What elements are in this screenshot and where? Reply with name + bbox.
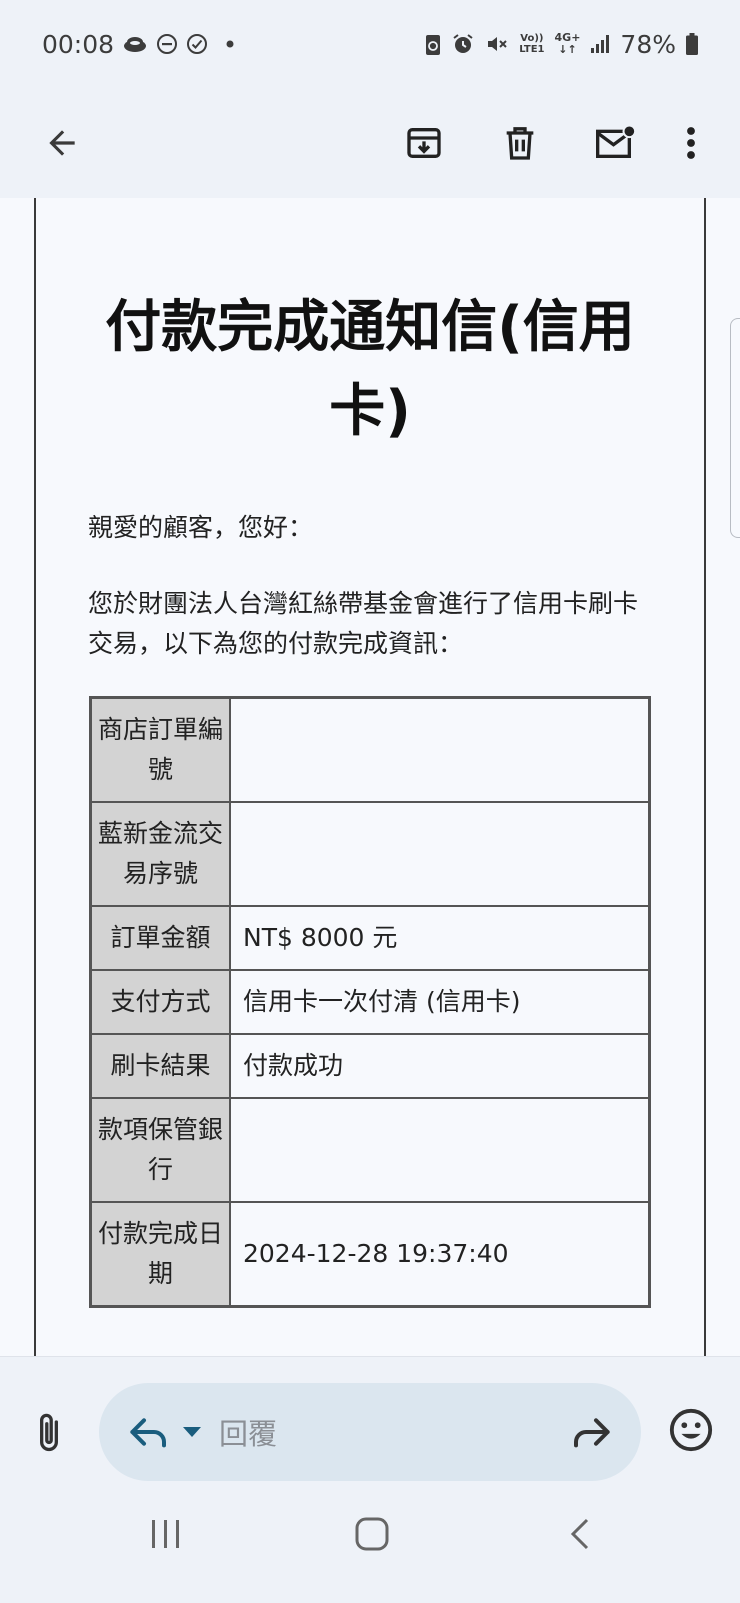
archive-icon [407,128,441,158]
sync-lock-icon [425,32,441,56]
row-label: 訂單金額 [92,907,229,969]
attach-button[interactable] [28,1407,70,1459]
table-row: 付款完成日期 2024-12-28 19:37:40 [92,1203,648,1305]
system-back-button[interactable] [550,1504,610,1564]
email-body[interactable]: 付款完成通知信(信用卡) 親愛的顧客，您好： 您於財團法人台灣紅絲帶基金會進行了… [0,198,740,1356]
email-intro: 您於財團法人台灣紅絲帶基金會進行了信用卡刷卡交易，以下為您的付款完成資訊： [88,589,639,658]
row-value: 付款成功 [231,1035,648,1097]
top-app-bar [0,88,740,198]
status-time: 00:08 [42,29,115,59]
row-label: 款項保管銀行 [92,1099,229,1201]
signal-icon [590,34,610,54]
table-row: 藍新金流交易序號 [92,803,648,905]
row-label: 商店訂單編號 [92,699,229,801]
recents-button[interactable] [136,1504,196,1564]
row-value: 2024-12-28 19:37:40 [231,1203,648,1305]
top-actions [396,115,706,171]
archive-button[interactable] [396,115,452,171]
recents-icon [152,1520,179,1548]
emoji-button[interactable] [668,1407,714,1453]
cloud-icon [122,34,148,54]
reply-button[interactable] [129,1415,169,1449]
scroll-handle[interactable] [730,318,740,538]
row-value: 信用卡一次付清 (信用卡) [231,971,648,1033]
volte-icon: Vo)) LTE1 [519,33,545,55]
mail-unread-icon [596,124,637,158]
reply-mode-dropdown[interactable] [183,1427,201,1437]
table-row: 支付方式 信用卡一次付清 (信用卡) [92,971,648,1033]
more-vert-icon [687,127,695,159]
row-value [231,699,648,801]
system-nav-bar [0,1492,740,1603]
table-row: 刷卡結果 付款成功 [92,1035,648,1097]
paperclip-icon [40,1413,58,1452]
caret-down-icon [183,1427,201,1437]
reply-icon [130,1418,166,1448]
email-title: 付款完成通知信(信用卡) [105,295,635,444]
more-options-button[interactable] [676,115,706,171]
table-row: 款項保管銀行 [92,1099,648,1201]
reply-composer[interactable]: 回覆 [99,1383,641,1481]
back-button[interactable] [34,115,90,171]
status-left: 00:08 [42,30,234,59]
arrow-left-icon [49,130,75,156]
forward-icon [574,1418,610,1448]
table-row: 商店訂單編號 [92,699,648,801]
row-label: 刷卡結果 [92,1035,229,1097]
row-value: NT$ 8000 元 [231,907,648,969]
status-right: Vo)) LTE1 4G+ ↓↑ 78% [425,30,698,59]
row-label: 付款完成日期 [92,1203,229,1305]
delete-button[interactable] [492,115,548,171]
row-label: 藍新金流交易序號 [92,803,229,905]
row-value [231,803,648,905]
status-bar: 00:08 Vo)) LTE1 4G+ ↓↑ 78% [0,0,740,88]
bottom-bar: 回覆 [0,1356,740,1603]
notification-dot-icon [226,40,234,48]
battery-percent: 78% [620,29,676,59]
forward-button[interactable] [571,1415,611,1449]
table-row: 訂單金額 NT$ 8000 元 [92,907,648,969]
dnd-icon [156,33,178,55]
trash-icon [506,127,534,160]
reply-placeholder[interactable]: 回覆 [219,1411,277,1453]
chevron-left-icon [570,1518,589,1550]
row-value [231,1099,648,1201]
mark-unread-button[interactable] [588,115,644,171]
home-button[interactable] [342,1504,402,1564]
network-icon: 4G+ ↓↑ [554,31,581,56]
alarm-icon [451,32,475,56]
emoji-icon [669,1408,713,1452]
email-greeting: 親愛的顧客，您好： [88,513,314,542]
row-label: 支付方式 [92,971,229,1033]
check-circle-icon [186,33,208,55]
battery-icon [686,33,698,55]
payment-info-table: 商店訂單編號 藍新金流交易序號 訂單金額 NT$ 8000 元 支付方式 信用卡… [89,696,651,1308]
mute-icon [485,32,509,56]
home-icon [355,1517,389,1551]
